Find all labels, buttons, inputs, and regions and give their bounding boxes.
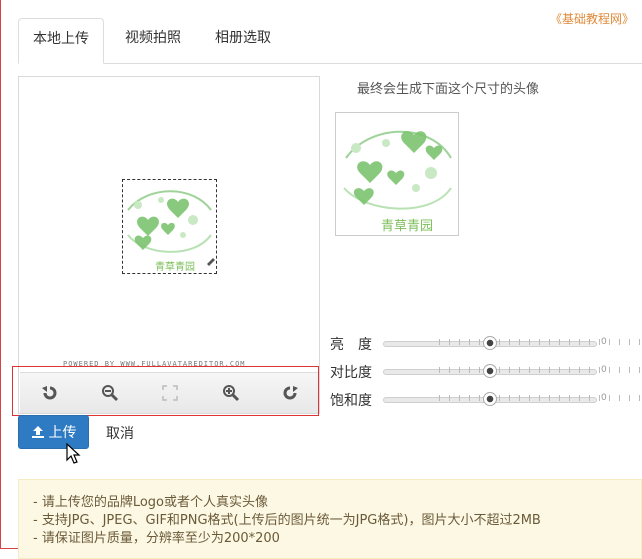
image-toolbar (20, 372, 318, 413)
brightness-slider-row: 亮 度 0 (330, 334, 642, 354)
tab-video-photo[interactable]: 视频拍照 (110, 18, 196, 62)
upload-icon (31, 426, 44, 438)
result-size-label: 最终会生成下面这个尺寸的头像 (357, 82, 540, 97)
brightness-value: 0 (601, 337, 607, 347)
fit-icon[interactable] (158, 381, 182, 405)
tip-line: - 支持JPG、JPEG、GIF和PNG格式(上传后的图片统一为JPG格式)，图… (33, 513, 541, 528)
tip-line: - 请上传您的品牌Logo或者个人真实头像 (33, 495, 268, 510)
tab-bar: 本地上传 视频拍照 相册选取 (18, 18, 642, 64)
saturation-slider-thumb[interactable] (483, 392, 497, 406)
upload-tips-box: - 请上传您的品牌Logo或者个人真实头像 - 支持JPG、JPEG、GIF和P… (18, 479, 642, 559)
mouse-cursor-icon (66, 443, 81, 464)
upload-button-label: 上传 (48, 425, 77, 441)
contrast-slider-thumb[interactable] (483, 364, 497, 378)
logo-text: 青草青园 (381, 219, 433, 234)
zoom-in-icon[interactable] (219, 381, 243, 405)
saturation-label: 饱和度 (330, 393, 372, 409)
crop-selection[interactable]: 青草青园 (122, 179, 217, 274)
avatar-result-preview: 青草青园 (335, 112, 459, 236)
brightness-slider-thumb[interactable] (483, 336, 497, 350)
crop-preview-area[interactable]: 青草青园 POWERED BY WWW.FULLAVATAREDITOR.COM (18, 76, 320, 414)
saturation-slider-row: 饱和度 0 (330, 390, 642, 410)
logo-text: 青草青园 (155, 260, 195, 273)
brightness-label: 亮 度 (330, 337, 372, 353)
clover-logo-image: 青草青园 (127, 190, 215, 273)
saturation-value: 0 (601, 393, 607, 403)
clover-logo-image: 青草青园 (343, 130, 452, 234)
tab-album-select[interactable]: 相册选取 (200, 18, 286, 62)
rotate-left-icon[interactable] (38, 381, 62, 405)
tab-local-upload[interactable]: 本地上传 (18, 18, 104, 64)
contrast-label: 对比度 (330, 365, 372, 381)
tip-line: - 请保证图片质量，分辨率至少为200*200 (33, 531, 280, 546)
powered-by-text: POWERED BY WWW.FULLAVATAREDITOR.COM (63, 360, 246, 368)
contrast-value: 0 (601, 365, 607, 375)
rotate-right-icon[interactable] (278, 381, 302, 405)
zoom-out-icon[interactable] (98, 381, 122, 405)
contrast-slider-row: 对比度 0 (330, 362, 642, 382)
cancel-button[interactable]: 取消 (106, 423, 134, 443)
